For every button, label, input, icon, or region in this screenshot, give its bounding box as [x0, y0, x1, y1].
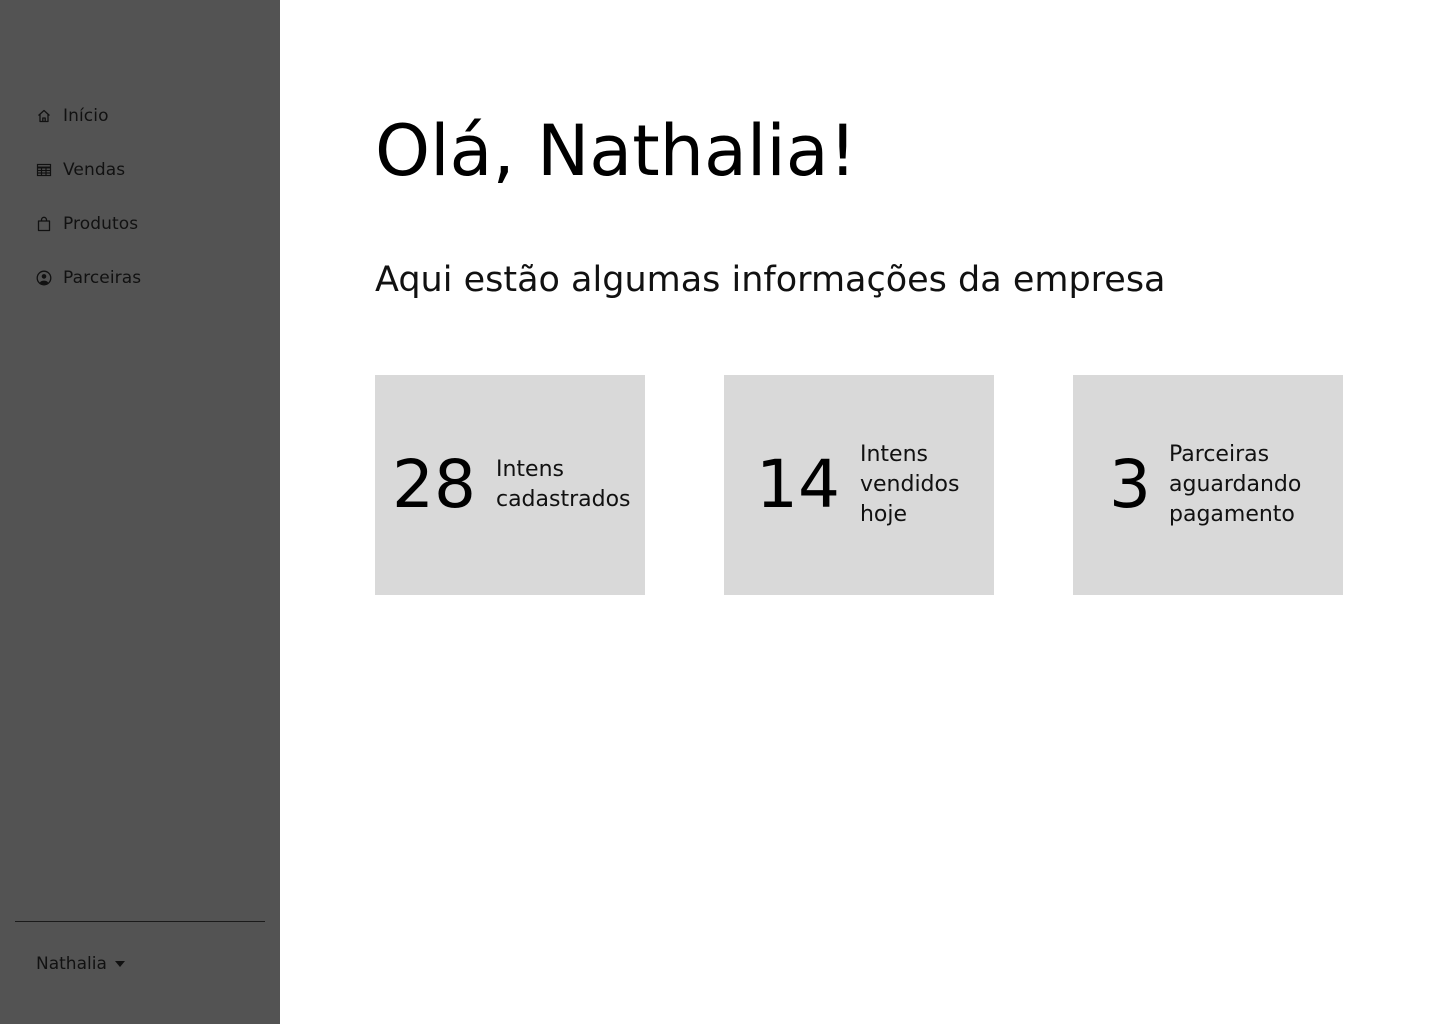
stat-label: Parceiras aguardando pagamento	[1169, 442, 1302, 527]
sidebar-item-inicio[interactable]: Início	[36, 100, 141, 132]
main-content: Olá, Nathalia! Aqui estão algumas inform…	[280, 0, 1440, 1024]
sidebar-item-produtos[interactable]: Produtos	[36, 208, 141, 240]
stat-card-partners-awaiting-payment: 3 Parceiras aguardando pagamento	[1073, 375, 1343, 595]
sidebar-item-parceiras[interactable]: Parceiras	[36, 262, 141, 294]
table-icon	[36, 162, 52, 178]
app-root: Início Vendas Produtos Parceiras Nathali…	[0, 0, 1440, 1024]
stat-card-items-registered: 28 Intens cadastrados	[375, 375, 645, 595]
stat-value: 3	[1109, 446, 1151, 523]
user-menu-button[interactable]: Nathalia	[36, 954, 125, 974]
stat-label: Intens vendidos hoje	[859, 442, 960, 527]
stat-value: 14	[756, 446, 840, 523]
sidebar-item-label: Vendas	[63, 160, 126, 180]
sidebar-item-label: Início	[63, 106, 109, 126]
bag-icon	[36, 216, 52, 232]
stat-value: 28	[392, 446, 476, 523]
home-icon	[36, 108, 52, 124]
sidebar-item-label: Produtos	[63, 214, 139, 234]
user-circle-icon	[36, 270, 52, 286]
sidebar-divider	[15, 921, 265, 922]
user-name: Nathalia	[36, 954, 107, 974]
page-title: Olá, Nathalia!	[375, 110, 857, 192]
sidebar-nav: Início Vendas Produtos Parceiras	[36, 100, 141, 316]
sidebar-item-label: Parceiras	[63, 268, 142, 288]
caret-down-icon	[114, 961, 125, 967]
stat-label: Intens cadastrados	[495, 457, 631, 512]
sidebar: Início Vendas Produtos Parceiras Nathali…	[0, 0, 280, 1024]
stat-card-items-sold-today: 14 Intens vendidos hoje	[724, 375, 994, 595]
sidebar-item-vendas[interactable]: Vendas	[36, 154, 141, 186]
page-subtitle: Aqui estão algumas informações da empres…	[375, 260, 1166, 300]
